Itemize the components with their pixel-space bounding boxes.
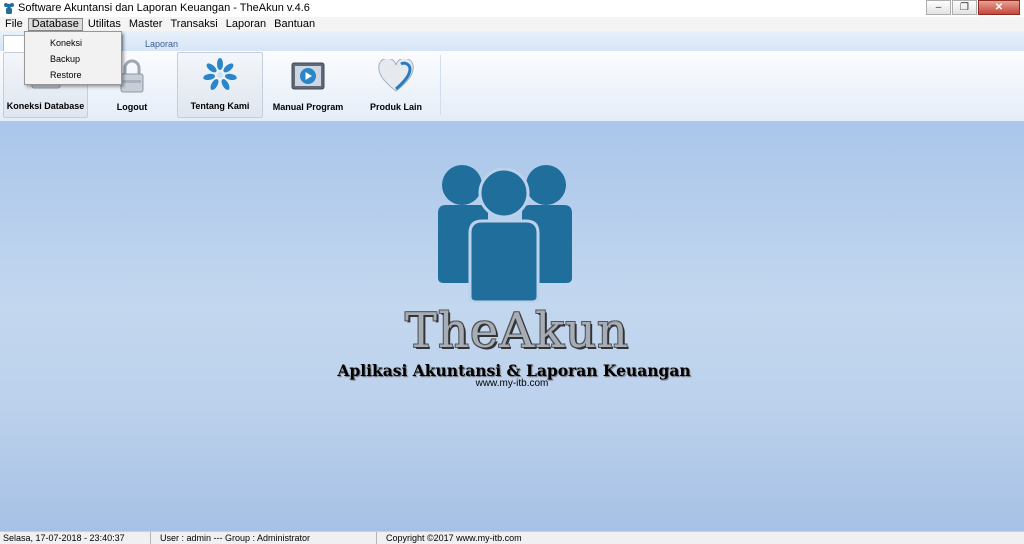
menu-master[interactable]: Master — [126, 18, 166, 31]
menu-bantuan[interactable]: Bantuan — [271, 18, 318, 31]
manual-program-button[interactable]: Manual Program — [265, 52, 351, 118]
brand-url: www.my-itb.com — [475, 378, 549, 389]
people-logo-icon — [438, 165, 572, 303]
app-icon — [4, 3, 14, 14]
status-separator — [150, 532, 151, 544]
menu-laporan[interactable]: Laporan — [223, 18, 269, 31]
title-bar: Software Akuntansi dan Laporan Keuangan … — [0, 0, 1024, 18]
menu-database[interactable]: Database — [27, 17, 83, 31]
produk-lain-button[interactable]: Produk Lain — [353, 52, 439, 118]
database-dropdown-menu: Koneksi Backup Restore — [24, 31, 122, 85]
window-title: Software Akuntansi dan Laporan Keuangan … — [18, 2, 310, 14]
tentang-kami-button[interactable]: Tentang Kami — [177, 52, 263, 118]
main-workspace: TheAkun Aplikasi Akuntansi & Laporan Keu… — [0, 121, 1024, 531]
flower-icon — [200, 55, 240, 95]
menu-bar: File Database Utilitas Master Transaksi … — [0, 17, 1024, 31]
ribbon-divider — [440, 55, 441, 115]
menu-item-backup[interactable]: Backup — [25, 51, 121, 67]
status-copyright: Copyright ©2017 www.my-itb.com — [386, 533, 522, 543]
koneksi-database-label: Koneksi Database — [6, 101, 85, 111]
restore-button[interactable]: ❐ — [952, 0, 977, 15]
heart-icon — [376, 56, 416, 96]
menu-utilitas[interactable]: Utilitas — [85, 18, 124, 31]
status-separator — [376, 532, 377, 544]
menu-file[interactable]: File — [2, 18, 26, 31]
tentang-kami-label: Tentang Kami — [190, 101, 250, 111]
ribbon-tab-row: Laporan — [0, 31, 1024, 52]
tab-laporan[interactable]: Laporan — [145, 39, 178, 49]
menu-item-koneksi[interactable]: Koneksi — [25, 35, 121, 51]
window-controls: ‒ ❐ ✕ — [925, 0, 1020, 16]
minimize-button[interactable]: ‒ — [926, 0, 951, 15]
menu-transaksi[interactable]: Transaksi — [167, 18, 220, 31]
ribbon-toolbar: Koneksi Database Logout Tentang Kami Man… — [0, 51, 1024, 122]
status-user: User : admin --- Group : Administrator — [160, 533, 311, 543]
brand-title: TheAkun — [405, 303, 629, 359]
close-button[interactable]: ✕ — [978, 0, 1020, 15]
manual-program-label: Manual Program — [272, 102, 344, 112]
logout-label: Logout — [116, 102, 148, 112]
status-bar: Selasa, 17-07-2018 - 23:40:37 User : adm… — [0, 531, 1024, 544]
menu-item-restore[interactable]: Restore — [25, 67, 121, 83]
produk-lain-label: Produk Lain — [369, 102, 422, 112]
play-video-icon — [288, 56, 328, 96]
status-datetime: Selasa, 17-07-2018 - 23:40:37 — [3, 533, 125, 543]
